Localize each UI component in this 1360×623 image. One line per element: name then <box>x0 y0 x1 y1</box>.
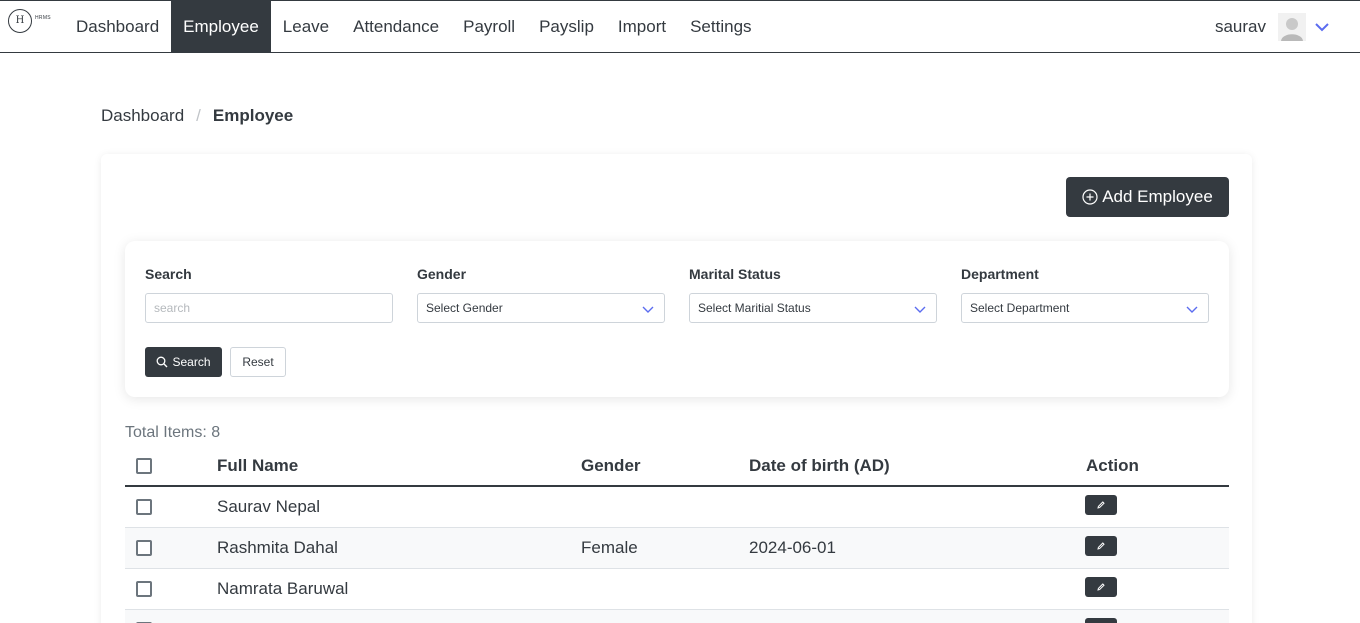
breadcrumb-dashboard[interactable]: Dashboard <box>101 106 184 126</box>
employee-gender: Female <box>581 538 638 557</box>
marital-status-select-value: Select Maritial Status <box>698 301 811 315</box>
nav-dashboard[interactable]: Dashboard <box>64 1 171 52</box>
select-all-checkbox[interactable] <box>136 457 152 474</box>
row-checkbox-cell <box>136 569 152 609</box>
action-cell <box>1085 528 1117 568</box>
search-label: Search <box>145 266 192 282</box>
gender-label: Gender <box>417 266 467 282</box>
total-items: Total Items: 8 <box>125 424 221 441</box>
employee-name: Namrata Baruwal <box>217 579 349 598</box>
edit-button[interactable] <box>1085 617 1117 623</box>
department-label: Department <box>961 266 1039 282</box>
breadcrumb: Dashboard / Employee <box>101 106 293 126</box>
marital-status-field: Marital Status Select Maritial Status <box>689 266 937 323</box>
marital-status-select[interactable]: Select Maritial Status <box>689 293 937 323</box>
col-action: Action <box>1086 455 1139 475</box>
table-row: Namrata Baruwal <box>125 569 1229 610</box>
employee-name: Rashmita Dahal <box>217 538 338 557</box>
search-button-label: Search <box>172 355 211 369</box>
select-all-cell <box>136 446 152 485</box>
row-checkbox[interactable] <box>136 540 152 556</box>
edit-button[interactable] <box>1085 535 1117 556</box>
filter-panel: Search search Gender Select Gender Marit… <box>125 241 1229 397</box>
search-field: Search search <box>145 266 393 323</box>
search-input[interactable]: search <box>145 293 393 323</box>
chevron-down-icon <box>914 306 926 313</box>
gender-select[interactable]: Select Gender <box>417 293 665 323</box>
nav-payroll[interactable]: Payroll <box>451 1 527 52</box>
table-row: Saurav Nepal <box>125 487 1229 528</box>
employee-card: Add Employee Search search Gender Select… <box>101 154 1252 623</box>
breadcrumb-separator: / <box>196 106 201 125</box>
row-checkbox[interactable] <box>136 499 152 515</box>
edit-button[interactable] <box>1085 494 1117 515</box>
department-select[interactable]: Select Department <box>961 293 1209 323</box>
pencil-icon <box>1097 541 1105 550</box>
search-button[interactable]: Search <box>145 347 222 377</box>
gender-select-value: Select Gender <box>426 301 503 315</box>
chevron-down-icon <box>1186 306 1198 313</box>
row-checkbox-cell <box>136 528 152 568</box>
chevron-down-icon[interactable] <box>1314 19 1330 35</box>
top-navbar: H HRMS Dashboard Employee Leave Attendan… <box>0 0 1360 53</box>
department-select-value: Select Department <box>970 301 1070 315</box>
pencil-icon <box>1097 500 1105 509</box>
col-date-of-birth[interactable]: Date of birth (AD) <box>749 446 890 485</box>
add-employee-label: Add Employee <box>1102 187 1213 206</box>
main-nav: Dashboard Employee Leave Attendance Payr… <box>64 1 764 52</box>
action-cell <box>1085 569 1117 609</box>
search-placeholder: search <box>154 301 191 315</box>
table-row: Rashmita Dahal Female 2024-06-01 <box>125 528 1229 569</box>
edit-button[interactable] <box>1085 576 1117 597</box>
table-header: Full Name Gender Date of birth (AD) Acti… <box>125 446 1229 487</box>
user-menu[interactable]: saurav <box>1215 1 1330 52</box>
row-checkbox[interactable] <box>136 581 152 597</box>
search-icon <box>157 356 168 368</box>
nav-employee[interactable]: Employee <box>171 1 271 52</box>
col-gender[interactable]: Gender <box>581 446 641 485</box>
breadcrumb-current: Employee <box>212 106 294 125</box>
nav-attendance[interactable]: Attendance <box>341 1 451 52</box>
action-cell <box>1085 610 1117 623</box>
logo-tag: HRMS <box>35 15 51 21</box>
gender-field: Gender Select Gender <box>417 266 665 323</box>
nav-payslip[interactable]: Payslip <box>527 1 606 52</box>
row-checkbox-cell <box>136 610 152 623</box>
chevron-down-icon <box>642 306 654 313</box>
user-name: saurav <box>1214 16 1266 36</box>
user-avatar-icon <box>1278 12 1306 41</box>
col-full-name[interactable]: Full Name <box>217 446 298 485</box>
employee-table: Full Name Gender Date of birth (AD) Acti… <box>125 446 1229 623</box>
employee-dob: 2024-06-01 <box>749 538 836 557</box>
pencil-icon <box>1097 582 1105 591</box>
row-checkbox-cell <box>136 487 152 527</box>
add-employee-button[interactable]: Add Employee <box>1066 177 1229 217</box>
plus-circle-icon <box>1082 189 1098 205</box>
marital-status-label: Marital Status <box>689 266 781 282</box>
logo-circle: H <box>8 9 32 33</box>
nav-settings[interactable]: Settings <box>678 1 763 52</box>
action-cell <box>1085 487 1117 527</box>
hrms-logo[interactable]: H HRMS <box>8 9 51 37</box>
employee-name: Saurav Nepal <box>217 497 321 516</box>
nav-leave[interactable]: Leave <box>271 1 341 52</box>
table-row <box>125 610 1229 623</box>
nav-import[interactable]: Import <box>606 1 678 52</box>
department-field: Department Select Department <box>961 266 1209 323</box>
reset-button[interactable]: Reset <box>230 347 286 377</box>
